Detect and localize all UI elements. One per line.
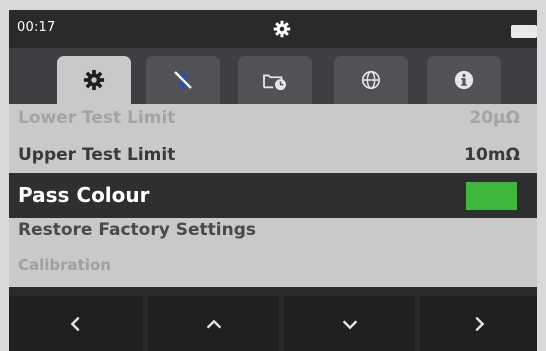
tab-information[interactable] bbox=[427, 56, 501, 104]
battery-icon bbox=[511, 25, 537, 38]
chevron-up-icon bbox=[206, 319, 221, 329]
setting-label: Lower Test Limit bbox=[18, 108, 176, 128]
settings-tab-bar bbox=[9, 48, 537, 104]
setting-pass-colour[interactable]: Pass Colour bbox=[9, 173, 537, 218]
tab-bluetooth[interactable] bbox=[146, 56, 220, 104]
chevron-down-icon bbox=[342, 319, 357, 329]
setting-label: Upper Test Limit bbox=[18, 145, 176, 165]
info-icon bbox=[454, 70, 474, 90]
tab-language[interactable] bbox=[334, 56, 408, 104]
nav-left-button[interactable] bbox=[9, 296, 143, 351]
setting-value: 20μΩ bbox=[469, 108, 520, 128]
device-screen: 00:17 Lower Test Limit 20μΩ Upper Test L… bbox=[9, 10, 537, 351]
setting-value: 10mΩ bbox=[464, 145, 520, 165]
setting-label: Pass Colour bbox=[18, 183, 150, 207]
chevron-right-icon bbox=[474, 316, 484, 331]
nav-down-button[interactable] bbox=[284, 296, 415, 351]
setting-restore-factory-settings[interactable]: Restore Factory Settings bbox=[9, 218, 537, 246]
navigation-bar bbox=[9, 296, 537, 351]
setting-upper-test-limit[interactable]: Upper Test Limit 10mΩ bbox=[9, 142, 537, 168]
pass-colour-swatch bbox=[466, 182, 517, 210]
clock-time: 00:17 bbox=[17, 20, 56, 35]
gear-icon bbox=[83, 69, 105, 91]
tab-data-storage[interactable] bbox=[238, 56, 312, 104]
gear-icon bbox=[273, 20, 291, 38]
globe-icon bbox=[361, 70, 381, 90]
settings-list: Lower Test Limit 20μΩ Upper Test Limit 1… bbox=[9, 104, 537, 287]
bluetooth-disabled-icon bbox=[174, 71, 192, 89]
folder-clock-icon bbox=[263, 74, 286, 91]
setting-calibration[interactable]: Calibration bbox=[9, 254, 537, 280]
setting-lower-test-limit[interactable]: Lower Test Limit 20μΩ bbox=[9, 104, 537, 134]
setting-label: Restore Factory Settings bbox=[18, 220, 256, 240]
setting-label: Calibration bbox=[18, 256, 111, 274]
chevron-left-icon bbox=[70, 316, 80, 331]
status-bar: 00:17 bbox=[9, 10, 537, 48]
nav-right-button[interactable] bbox=[420, 296, 537, 351]
tab-general-settings[interactable] bbox=[57, 56, 131, 104]
nav-up-button[interactable] bbox=[148, 296, 279, 351]
